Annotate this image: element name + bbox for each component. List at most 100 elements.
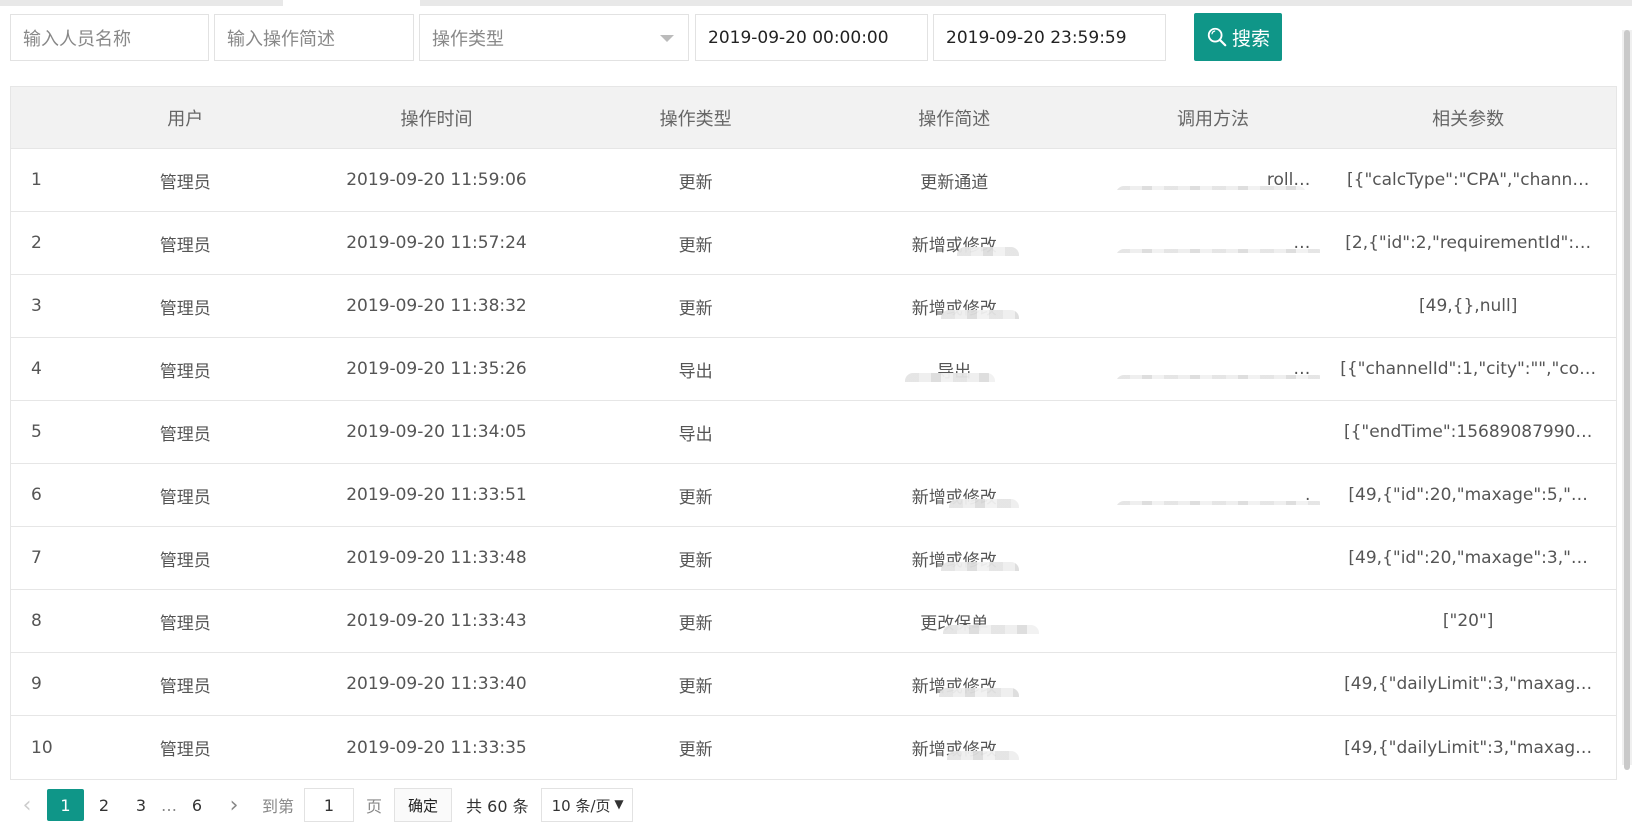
table-body: 1 管理员 2019-09-20 11:59:06 更新 更新通道 roll… [{"cal… bbox=[11, 149, 1616, 779]
row-type-text: 更新 bbox=[678, 613, 713, 634]
row-index: 6 bbox=[11, 485, 86, 505]
type-filter-label: 操作类型 bbox=[432, 28, 504, 50]
vertical-scrollbar[interactable] bbox=[1622, 30, 1632, 770]
row-desc-text: 更新通道 bbox=[920, 172, 989, 193]
operation-log-table: 用户 操作时间 操作类型 操作简述 调用方法 相关参数 1 管理员 2019-09-… bbox=[10, 86, 1617, 780]
page-size-select[interactable]: 10 条/页 ▼ bbox=[540, 788, 633, 822]
row-time: 2019-09-20 11:33:48 bbox=[285, 548, 589, 568]
row-desc: 新增或修改 bbox=[803, 735, 1106, 760]
page-1[interactable]: 1 bbox=[47, 789, 84, 821]
row-params: [2,{"id":2,"requirementId":… bbox=[1320, 233, 1616, 253]
row-user-text: 管理员 bbox=[159, 361, 211, 382]
row-params: [{"channelId":1,"city":"","co… bbox=[1320, 359, 1616, 379]
row-user-text: 管理员 bbox=[159, 550, 211, 571]
search-button-label: 搜索 bbox=[1231, 27, 1270, 50]
row-index: 1 bbox=[11, 170, 86, 190]
scrollbar-thumb[interactable] bbox=[1624, 30, 1630, 770]
row-time: 2019-09-20 11:33:51 bbox=[285, 485, 589, 505]
row-time: 2019-09-20 11:35:26 bbox=[285, 359, 589, 379]
table-row[interactable]: 1 管理员 2019-09-20 11:59:06 更新 更新通道 roll… [{"cal… bbox=[11, 149, 1616, 212]
row-type: 更新 bbox=[588, 231, 803, 256]
header-time: 操作时间 bbox=[400, 108, 473, 130]
row-params: [{"calcType":"CPA","chann… bbox=[1320, 170, 1616, 190]
row-time-text: 2019-09-20 11:38:32 bbox=[346, 296, 527, 316]
row-params-text: [49,{"dailyLimit":3,"maxag… bbox=[1344, 674, 1593, 694]
row-time: 2019-09-20 11:33:35 bbox=[285, 738, 589, 758]
table-row[interactable]: 3 管理员 2019-09-20 11:38:32 更新 新增或修改 [49,{},nul… bbox=[11, 275, 1616, 338]
table-row[interactable]: 7 管理员 2019-09-20 11:33:48 更新 新增或修改 [49,{"id":… bbox=[11, 527, 1616, 590]
end-time-input[interactable]: 2019-09-20 23:59:59 bbox=[933, 14, 1166, 61]
row-user: 管理员 bbox=[86, 672, 285, 697]
row-method: roll… bbox=[1106, 170, 1321, 190]
row-user-text: 管理员 bbox=[159, 676, 211, 697]
row-time: 2019-09-20 11:33:40 bbox=[285, 674, 589, 694]
table-row[interactable]: 5 管理员 2019-09-20 11:34:05 导出 [{"endTime":156… bbox=[11, 401, 1616, 464]
row-user: 管理员 bbox=[86, 231, 285, 256]
row-time-text: 2019-09-20 11:33:35 bbox=[346, 737, 527, 758]
row-user: 管理员 bbox=[86, 168, 285, 193]
next-page-icon[interactable]: › bbox=[217, 789, 251, 821]
redacted-blur bbox=[1115, 249, 1321, 253]
row-user: 管理员 bbox=[86, 357, 285, 382]
desc-filter-input[interactable]: 输入操作简述 bbox=[214, 14, 414, 61]
row-type-text: 更新 bbox=[678, 740, 713, 760]
goto-page-input[interactable]: 1 bbox=[304, 788, 355, 822]
row-user: 管理员 bbox=[86, 546, 285, 571]
page-size-label: 10 条/页 bbox=[551, 796, 611, 815]
row-type: 更新 bbox=[588, 546, 803, 571]
start-time-input[interactable]: 2019-09-20 00:00:00 bbox=[695, 14, 928, 61]
row-user: 管理员 bbox=[86, 609, 285, 634]
row-type-text: 更新 bbox=[678, 298, 713, 319]
row-index-text: 10 bbox=[31, 737, 53, 758]
row-index: 9 bbox=[11, 674, 86, 694]
row-index: 8 bbox=[11, 611, 86, 631]
row-type: 导出 bbox=[588, 357, 803, 382]
row-time-text: 2019-09-20 11:33:48 bbox=[346, 548, 527, 568]
redacted-blur bbox=[1115, 186, 1306, 190]
redacted-blur bbox=[949, 498, 1019, 508]
page-last[interactable]: 6 bbox=[180, 789, 214, 821]
row-params-text: ["20"] bbox=[1442, 611, 1494, 631]
row-time-text: 2019-09-20 11:59:06 bbox=[346, 170, 527, 190]
table-row[interactable]: 10 管理员 2019-09-20 11:33:35 更新 新增或修改 [49,{"dai… bbox=[11, 716, 1616, 779]
row-index-text: 2 bbox=[31, 233, 42, 253]
row-type-text: 更新 bbox=[678, 550, 713, 571]
goto-confirm-button[interactable]: 确定 bbox=[394, 788, 453, 822]
table-row[interactable]: 6 管理员 2019-09-20 11:33:51 更新 新增或修改. [49,{"id"… bbox=[11, 464, 1616, 527]
redacted-blur bbox=[941, 309, 1019, 319]
row-user-text: 管理员 bbox=[159, 235, 211, 256]
active-tab[interactable] bbox=[283, 0, 420, 6]
table-row[interactable]: 2 管理员 2019-09-20 11:57:24 更新 新增或修改… [2,{"id":… bbox=[11, 212, 1616, 275]
header-params: 相关参数 bbox=[1432, 108, 1505, 130]
row-user-text: 管理员 bbox=[159, 172, 211, 193]
row-index: 7 bbox=[11, 548, 86, 568]
row-params: [49,{},null] bbox=[1320, 296, 1616, 316]
type-filter-select[interactable]: 操作类型 bbox=[419, 14, 689, 61]
table-row[interactable]: 8 管理员 2019-09-20 11:33:43 更新 更改保单 ["20"] bbox=[11, 590, 1616, 653]
search-button[interactable]: 搜索 bbox=[1194, 13, 1282, 61]
row-type-text: 更新 bbox=[678, 487, 713, 508]
prev-page-icon[interactable]: ‹ bbox=[10, 789, 44, 821]
row-time-text: 2019-09-20 11:33:43 bbox=[346, 611, 527, 631]
table-row[interactable]: 4 管理员 2019-09-20 11:35:26 导出 导出… [{"channelId… bbox=[11, 338, 1616, 401]
row-index-text: 8 bbox=[31, 611, 42, 631]
row-user: 管理员 bbox=[86, 420, 285, 445]
row-user: 管理员 bbox=[86, 294, 285, 319]
page-2[interactable]: 2 bbox=[87, 789, 121, 821]
caret-down-icon bbox=[660, 35, 674, 42]
name-filter-input[interactable]: 输入人员名称 bbox=[10, 14, 209, 61]
row-time: 2019-09-20 11:57:24 bbox=[285, 233, 589, 253]
row-index-text: 4 bbox=[31, 359, 42, 379]
row-index: 10 bbox=[11, 738, 86, 758]
row-time: 2019-09-20 11:34:05 bbox=[285, 422, 589, 442]
redacted-blur bbox=[1115, 501, 1321, 505]
table-row[interactable]: 9 管理员 2019-09-20 11:33:40 更新 新增或修改 [49,{"dail… bbox=[11, 653, 1616, 716]
page-3[interactable]: 3 bbox=[124, 789, 158, 821]
row-params: [{"endTime":15689087990… bbox=[1320, 422, 1616, 442]
row-type-text: 更新 bbox=[678, 235, 713, 256]
row-desc: 新增或修改 bbox=[803, 546, 1106, 571]
pagination: ‹ 1 2 3 … 6 › 到第 1 页 确定 共 60 条 10 条/页 ▼ bbox=[10, 787, 633, 823]
row-type: 更新 bbox=[588, 294, 803, 319]
row-index-text: 7 bbox=[31, 548, 42, 568]
row-desc: 更改保单 bbox=[803, 609, 1106, 634]
